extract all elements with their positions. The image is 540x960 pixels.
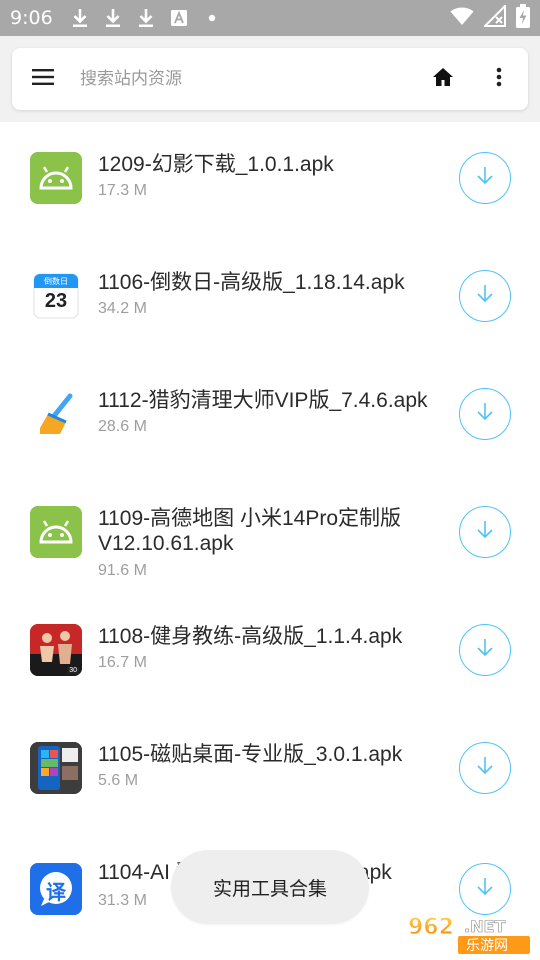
menu-icon <box>32 68 54 90</box>
file-size: 17.3 M <box>98 182 147 199</box>
text-a-icon <box>168 7 190 29</box>
file-name: 1108-健身教练-高级版_1.1.4.apk <box>98 625 403 648</box>
file-name: 1106-倒数日-高级版_1.18.14.apk <box>98 271 405 294</box>
file-size: 34.2 M <box>98 300 147 317</box>
status-time: 9:06 <box>10 7 53 29</box>
file-name: 1112-猎豹清理大师VIP版_7.4.6.apk <box>98 389 428 412</box>
list-item[interactable]: 1112-猎豹清理大师VIP版_7.4.6.apk 28.6 M <box>0 358 540 476</box>
android-icon <box>30 152 82 204</box>
status-bar: 9:06 <box>0 0 540 36</box>
file-name: 1109-高德地图 小米14Pro定制版V12.10.61.apk <box>98 507 402 555</box>
svg-text:乐游网: 乐游网 <box>466 938 508 954</box>
download-icon <box>102 7 124 29</box>
wifi-icon <box>450 6 474 31</box>
battery-charging-icon <box>516 3 530 33</box>
download-circle-icon <box>474 637 496 664</box>
download-button[interactable] <box>459 506 511 558</box>
file-name: 1105-磁贴桌面-专业版_3.0.1.apk <box>98 743 403 766</box>
file-size: 91.6 M <box>98 562 147 579</box>
download-circle-icon <box>474 876 496 903</box>
download-icon <box>69 7 91 29</box>
file-size: 16.7 M <box>98 654 147 671</box>
download-button[interactable] <box>459 388 511 440</box>
download-button[interactable] <box>459 152 511 204</box>
home-button[interactable] <box>422 48 464 110</box>
list-item[interactable]: 倒数日 23 1106-倒数日-高级版_1.18.14.apk 34.2 M <box>0 240 540 358</box>
toolbar <box>0 36 540 122</box>
fitness-icon: 30 <box>30 624 82 676</box>
download-circle-icon <box>474 519 496 546</box>
more-options-button[interactable] <box>484 48 514 110</box>
fitness-icon-badge: 30 <box>67 667 79 674</box>
download-button[interactable] <box>459 270 511 322</box>
no-signal-icon <box>482 3 506 32</box>
download-button[interactable] <box>459 624 511 676</box>
svg-text:962: 962 <box>408 915 454 940</box>
menu-button[interactable] <box>12 48 74 110</box>
toast-message: 实用工具合集 <box>171 850 369 924</box>
list-item[interactable]: 1105-磁贴桌面-专业版_3.0.1.apk 5.6 M <box>0 712 540 830</box>
file-size: 5.6 M <box>98 772 139 789</box>
tiles-icon <box>30 742 82 794</box>
list-item[interactable]: 1109-高德地图 小米14Pro定制版V12.10.61.apk 91.6 M <box>0 476 540 594</box>
countdown-icon: 倒数日 23 <box>30 270 82 322</box>
list-item[interactable]: 1209-幻影下载_1.0.1.apk 17.3 M <box>0 122 540 240</box>
file-size: 31.3 M <box>98 892 147 909</box>
download-button[interactable] <box>459 742 511 794</box>
more-vert-icon <box>496 67 502 92</box>
countdown-icon-number: 23 <box>44 290 68 312</box>
file-name: 1209-幻影下载_1.0.1.apk <box>98 153 334 176</box>
download-circle-icon <box>474 755 496 782</box>
svg-text:.NET: .NET <box>464 917 505 936</box>
search-input[interactable] <box>74 59 422 99</box>
download-circle-icon <box>474 165 496 192</box>
dot-icon <box>201 7 223 29</box>
search-bar <box>12 48 528 110</box>
site-watermark-logo: 962 .NET 乐游网 <box>402 912 536 956</box>
download-button[interactable] <box>459 863 511 915</box>
home-icon <box>432 67 454 92</box>
download-icon <box>135 7 157 29</box>
translate-icon-label: 译 <box>46 882 66 904</box>
countdown-icon-label: 倒数日 <box>44 277 68 286</box>
download-circle-icon <box>474 283 496 310</box>
translate-icon: 译 <box>30 863 82 915</box>
broom-icon <box>30 388 82 440</box>
android-icon <box>30 506 82 558</box>
list-item[interactable]: 30 1108-健身教练-高级版_1.1.4.apk 16.7 M <box>0 594 540 712</box>
download-circle-icon <box>474 401 496 428</box>
file-size: 28.6 M <box>98 418 147 435</box>
